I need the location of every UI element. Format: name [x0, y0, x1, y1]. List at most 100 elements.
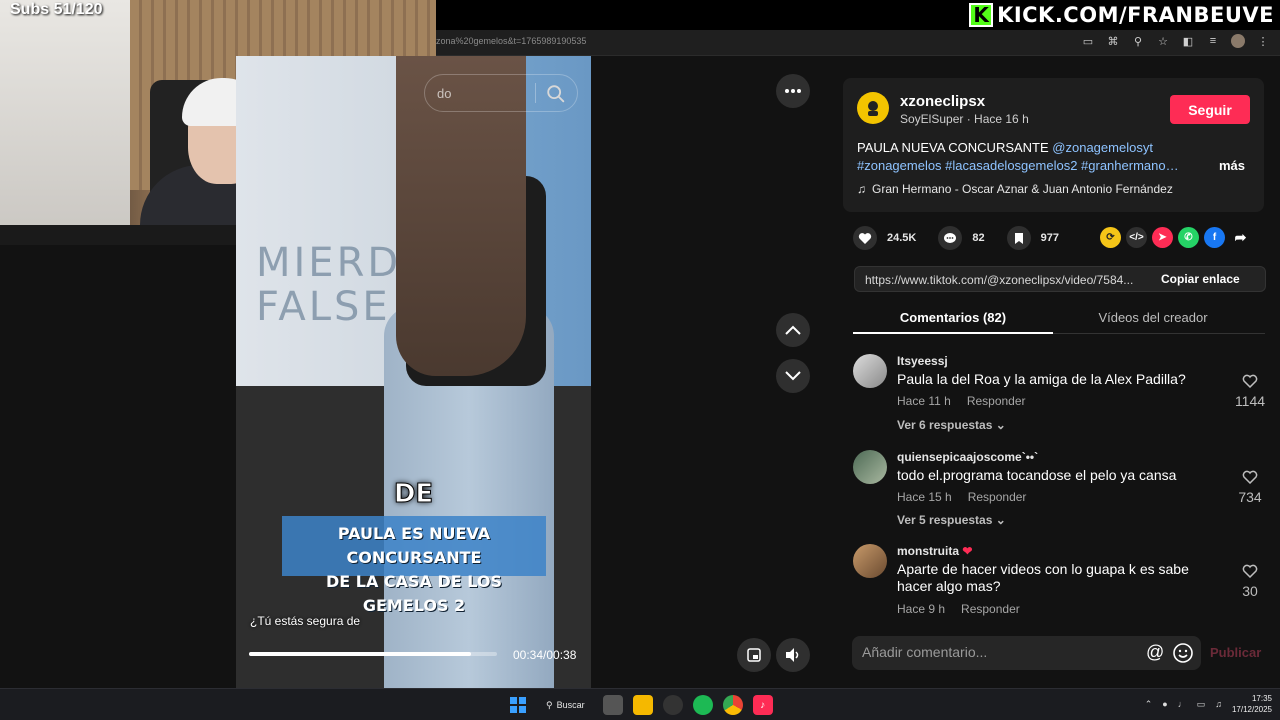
tray-app-icon[interactable]: ● — [1162, 699, 1167, 709]
zoom-icon[interactable]: ⚲ — [1131, 34, 1145, 48]
more-options-button[interactable] — [776, 74, 810, 108]
comment-button[interactable] — [938, 226, 963, 250]
hashtags[interactable]: #zonagemelos #lacasadelosgemelos2 #granh… — [857, 158, 1179, 173]
next-video-button[interactable] — [776, 359, 810, 393]
speaker-icon[interactable]: ♫ — [1215, 699, 1222, 709]
kick-url: KICK.COM/FRANBEUVE — [997, 3, 1274, 27]
video-progress-bar[interactable] — [249, 652, 497, 656]
taskbar-search-icon: ⚲ — [546, 699, 553, 710]
comment-like[interactable]: 734 — [1233, 470, 1267, 505]
copy-link-button[interactable]: Copiar enlace — [1151, 267, 1250, 291]
reply-button[interactable]: Responder — [961, 602, 1020, 616]
commenter-name[interactable]: monstruita ❤ — [897, 544, 972, 558]
reply-button[interactable]: Responder — [968, 490, 1027, 504]
repost-icon[interactable]: ⟳ — [1100, 227, 1121, 248]
embed-icon[interactable]: </> — [1126, 227, 1147, 248]
taskbar-search-label: Buscar — [556, 700, 585, 710]
share-arrow-icon[interactable]: ➦ — [1230, 227, 1251, 248]
follow-button[interactable]: Seguir — [1170, 95, 1250, 124]
author-subline: SoyElSuper · Hace 16 h — [900, 112, 1029, 126]
clock-date: 17/12/2025 — [1231, 705, 1272, 714]
previous-video-button[interactable] — [776, 313, 810, 347]
kick-badge: K KICK.COM/FRANBEUVE — [969, 2, 1274, 28]
facebook-icon[interactable]: f — [1204, 227, 1225, 248]
windows-logo-icon — [510, 697, 526, 713]
microphone-icon[interactable]: ♩ — [1178, 699, 1187, 709]
commenter-name[interactable]: quiensepicaajoscome`••` — [897, 450, 1038, 464]
search-divider — [535, 83, 536, 103]
mention-link[interactable]: @zonagemelosyt — [1052, 140, 1153, 155]
taskbar-search[interactable]: ⚲ Buscar — [538, 695, 593, 715]
commenter-name[interactable]: Itsyeessj — [897, 354, 948, 368]
comment-like[interactable]: 1144 — [1233, 374, 1267, 409]
comment-time: Hace 15 h — [897, 490, 952, 504]
volume-icon — [786, 648, 799, 662]
music-title[interactable]: Gran Hermano - Oscar Aznar & Juan Antoni… — [872, 182, 1173, 196]
search-box[interactable]: do — [424, 74, 578, 112]
address-bar[interactable]: zona%20gemelos&t=1765989190535 — [436, 36, 586, 46]
file-explorer-icon[interactable] — [632, 695, 653, 715]
tray-chevron-up-icon[interactable]: ⌃ — [1145, 699, 1153, 710]
heart-outline-icon — [1242, 374, 1258, 389]
comment-like[interactable]: 30 — [1233, 564, 1267, 599]
clock[interactable]: 17:35 17/12/2025 — [1232, 693, 1272, 715]
comment-count: 82 — [972, 232, 985, 244]
emoji-icon[interactable] — [1172, 642, 1194, 664]
extensions-icon[interactable]: ◧ — [1181, 34, 1195, 48]
profile-avatar[interactable] — [1231, 34, 1245, 48]
comment-input[interactable]: Añadir comentario... @ — [852, 636, 1201, 670]
heart-outline-icon — [1242, 564, 1258, 579]
subs-counter: Subs 51/120 — [10, 1, 103, 18]
whatsapp-icon[interactable]: ✆ — [1178, 227, 1199, 248]
caption-line: DE LA CASA DE LOS GEMELOS 2 — [325, 572, 503, 615]
music-row[interactable]: ♫ Gran Hermano - Oscar Aznar & Juan Anto… — [857, 182, 1173, 196]
comment-text: Paula la del Roa y la amiga de la Alex P… — [897, 371, 1186, 387]
queue-icon[interactable]: ≡ — [1206, 34, 1220, 48]
task-view-icon[interactable] — [602, 695, 623, 715]
description-text: PAULA NUEVA CONCURSANTE — [857, 140, 1053, 155]
view-replies-button[interactable]: Ver 6 respuestas ⌄ — [897, 418, 1006, 432]
author-avatar[interactable] — [857, 92, 889, 124]
video-link[interactable]: https://www.tiktok.com/@xzoneclipsx/vide… — [865, 273, 1147, 287]
chevron-down-icon — [785, 371, 801, 381]
pip-button[interactable] — [737, 638, 771, 672]
video-player[interactable]: MIERDA FALSE DE PAULA ES NUEVA CONCURSAN… — [236, 56, 591, 688]
spotify-icon[interactable] — [692, 695, 713, 715]
view-replies-button[interactable]: Ver 5 respuestas ⌄ — [897, 513, 1006, 527]
video-caption: PAULA ES NUEVA CONCURSANTE DE LA CASA DE… — [282, 516, 546, 615]
cast-icon[interactable]: ▭ — [1081, 34, 1095, 48]
menu-icon[interactable]: ⋮ — [1256, 34, 1270, 48]
volume-button[interactable] — [776, 638, 810, 672]
save-button[interactable] — [1006, 226, 1031, 250]
commenter-avatar[interactable] — [853, 450, 887, 484]
commenter-avatar[interactable] — [853, 354, 887, 388]
search-icon[interactable] — [545, 83, 567, 105]
reply-button[interactable]: Responder — [967, 394, 1026, 408]
app-icon[interactable] — [662, 695, 683, 715]
author-name[interactable]: xzoneclipsx — [900, 93, 985, 110]
tab-comments[interactable]: Comentarios (82) — [853, 310, 1053, 325]
commenter-avatar[interactable] — [853, 544, 887, 578]
translate-icon[interactable]: ⌘ — [1106, 34, 1120, 48]
mention-icon[interactable]: @ — [1146, 642, 1164, 663]
comment-meta: Hace 9 h Responder — [897, 602, 1020, 616]
webcam-door — [0, 0, 130, 245]
send-icon[interactable]: ➤ — [1152, 227, 1173, 248]
windows-start-icon[interactable] — [508, 695, 528, 715]
chrome-icon[interactable] — [722, 695, 743, 715]
comment-time: Hace 9 h — [897, 602, 946, 616]
tiktok-icon[interactable]: ♪ — [752, 695, 773, 715]
system-tray: ⌃ ● ♩ ▭ ♫ 17:35 17/12/2025 — [1145, 693, 1272, 715]
publish-button[interactable]: Publicar — [1210, 645, 1261, 660]
network-icon[interactable]: ▭ — [1197, 699, 1206, 710]
like-button[interactable] — [853, 226, 877, 250]
comment-like-count: 734 — [1238, 489, 1262, 505]
star-icon[interactable]: ☆ — [1156, 34, 1170, 48]
taskbar: ⚲ Buscar ♪ ⌃ ● ♩ ▭ ♫ 17:35 17/12/2025 — [0, 688, 1280, 720]
save-count: 977 — [1040, 232, 1059, 244]
tab-creator-videos[interactable]: Vídeos del creador — [1053, 310, 1253, 325]
browser-icons: ▭ ⌘ ⚲ ☆ ◧ ≡ ⋮ — [1081, 34, 1270, 48]
search-input[interactable]: do — [437, 86, 451, 101]
details-panel: xzoneclipsx SoyElSuper · Hace 16 h Segui… — [827, 56, 1280, 688]
more-link[interactable]: más — [1219, 158, 1245, 173]
